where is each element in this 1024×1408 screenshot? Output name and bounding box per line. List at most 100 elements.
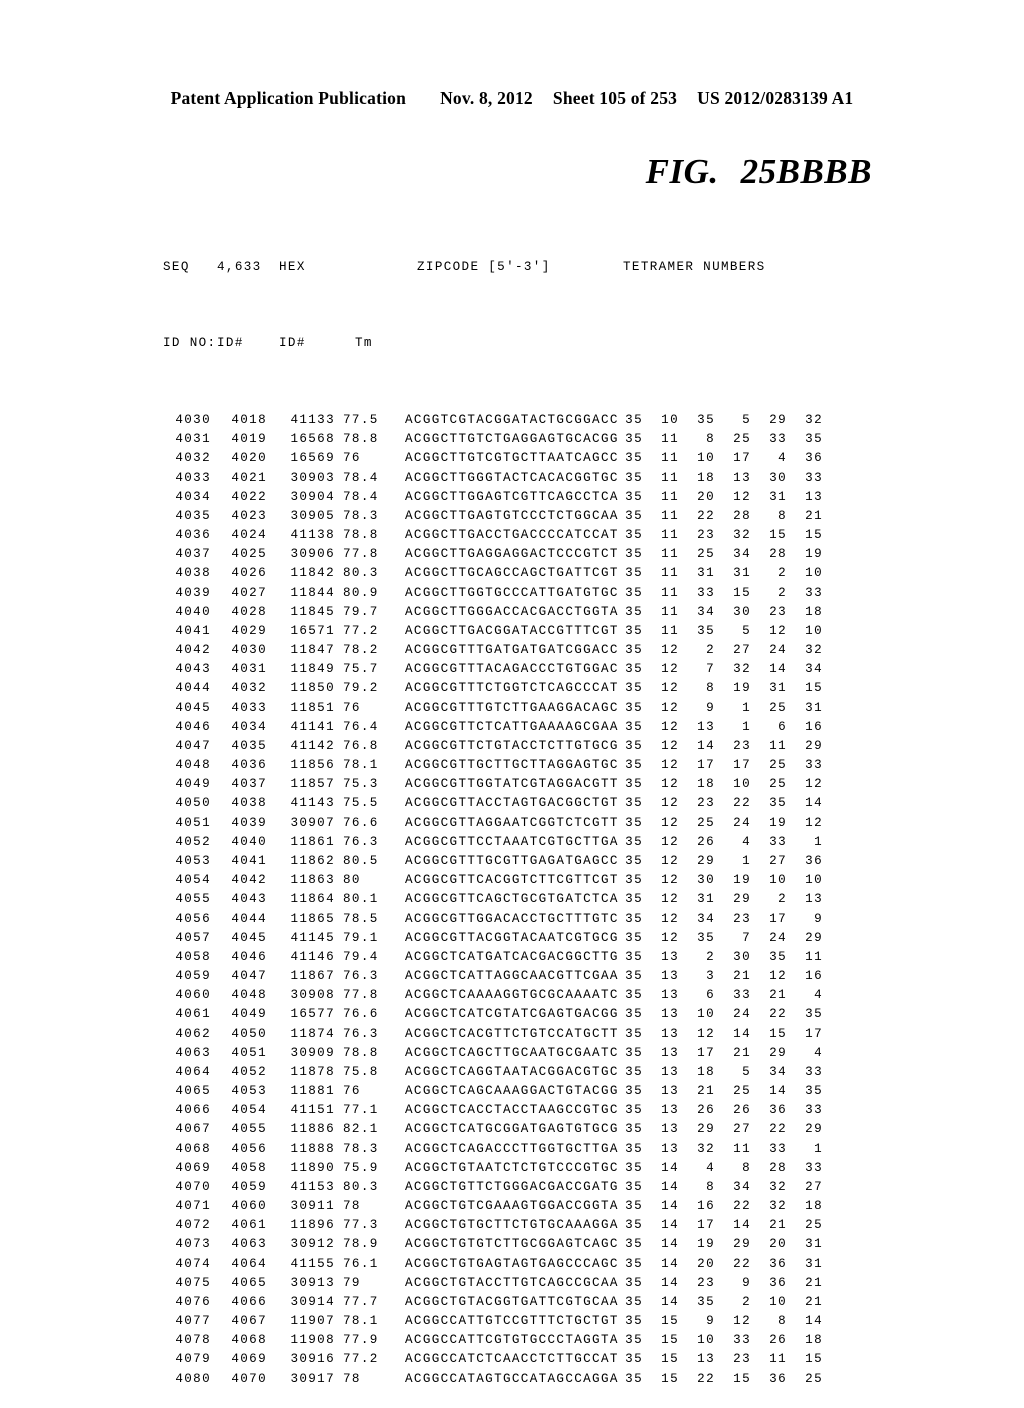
cell-tetramer-3: 33: [697, 585, 715, 600]
cell-tetramer-2: 12: [661, 643, 679, 658]
cell-tetramer-4: 15: [733, 585, 751, 600]
cell-seq-id-no: 4042: [175, 643, 211, 658]
cell-tetramer-6: 21: [805, 1275, 823, 1290]
cell-4633-id: 4034: [231, 719, 267, 734]
cell-tetramer-1: 35: [625, 1179, 643, 1194]
cell-tetramer-6: 29: [805, 930, 823, 945]
cell-seq-id-no: 4031: [175, 432, 211, 447]
cell-tetramer-2: 13: [661, 1026, 679, 1041]
cell-tetramer-5: 33: [769, 432, 787, 447]
cell-tetramer-5: 15: [769, 528, 787, 543]
cell-zipcode: ACGGCTTGGGTACTCACACGGTGC: [405, 470, 619, 485]
cell-tetramer-6: 13: [805, 489, 823, 504]
cell-tetramer-6: 4: [814, 1045, 823, 1060]
cell-tetramer-5: 11: [769, 738, 787, 753]
table-row: 4043 4031 11849 75.7 ACGGCGTTTACAGACCCTGTGGA…: [163, 660, 823, 679]
cell-tetramer-3: 25: [697, 547, 715, 562]
cell-tetramer-2: 12: [661, 662, 679, 677]
cell-tm: 79: [343, 1275, 361, 1290]
cell-hex-id: 11842: [290, 566, 335, 581]
cell-tetramer-2: 12: [661, 853, 679, 868]
cell-seq-id-no: 4033: [175, 470, 211, 485]
cell-tetramer-5: 33: [769, 1141, 787, 1156]
table-header-row-2: ID NO:ID# ID# Tm: [163, 334, 823, 353]
cell-tetramer-3: 6: [706, 988, 715, 1003]
cell-zipcode: ACGGCGTTCTGTACCTCTTGTGCG: [405, 738, 619, 753]
cell-4633-id: 4029: [231, 623, 267, 638]
table-row: 4068 4056 11888 78.3 ACGGCTCAGACCCTTGGTGCTTG…: [163, 1140, 823, 1159]
cell-tetramer-2: 12: [661, 834, 679, 849]
cell-tetramer-1: 35: [625, 853, 643, 868]
cell-tetramer-4: 23: [733, 911, 751, 926]
cell-tetramer-2: 13: [661, 1007, 679, 1022]
cell-zipcode: ACGGCTGTAATCTCTGTCCCGTGC: [405, 1160, 619, 1175]
cell-tetramer-1: 35: [625, 681, 643, 696]
cell-tm: 80.3: [343, 1179, 379, 1194]
cell-seq-id-no: 4061: [175, 1007, 211, 1022]
cell-tetramer-3: 26: [697, 1103, 715, 1118]
cell-tetramer-5: 32: [769, 1199, 787, 1214]
cell-tetramer-6: 29: [805, 738, 823, 753]
table-row: 4038 4026 11842 80.3 ACGGCTTGCAGCCAGCTGATTCG…: [163, 564, 823, 583]
cell-4633-id: 4043: [231, 892, 267, 907]
cell-4633-id: 4038: [231, 796, 267, 811]
table-row: 4058 4046 41146 79.4 ACGGCTCATGATCACGACGGCTT…: [163, 948, 823, 967]
table-row: 4076 4066 30914 77.7 ACGGCTGTACGGTGATTCGTGCA…: [163, 1293, 823, 1312]
cell-tetramer-3: 12: [697, 1026, 715, 1041]
cell-tetramer-6: 10: [805, 566, 823, 581]
cell-tetramer-3: 35: [697, 930, 715, 945]
table-row: 4047 4035 41142 76.8 ACGGCGTTCTGTACCTCTTGTGC…: [163, 737, 823, 756]
cell-4633-id: 4056: [231, 1141, 267, 1156]
cell-tetramer-3: 29: [697, 853, 715, 868]
cell-hex-id: 30903: [290, 470, 335, 485]
cell-tetramer-2: 11: [661, 508, 679, 523]
cell-tetramer-2: 15: [661, 1352, 679, 1367]
cell-zipcode: ACGGCTGTACCTTGTCAGCCGCAA: [405, 1275, 619, 1290]
table-row: 4072 4061 11896 77.3 ACGGCTGTGCTTCTGTGCAAAGG…: [163, 1216, 823, 1235]
cell-tetramer-1: 35: [625, 1333, 643, 1348]
cell-tm: 76: [343, 451, 361, 466]
cell-zipcode: ACGGCGTTTGATGATGATCGGACC: [405, 643, 619, 658]
cell-tetramer-5: 8: [778, 1314, 787, 1329]
table-row: 4030 4018 41133 77.5 ACGGTCGTACGGATACTGCGGAC…: [163, 411, 823, 430]
cell-tetramer-1: 35: [625, 873, 643, 888]
cell-4633-id: 4041: [231, 853, 267, 868]
cell-tetramer-4: 2: [742, 1294, 751, 1309]
cell-4633-id: 4040: [231, 834, 267, 849]
cell-tetramer-2: 14: [661, 1199, 679, 1214]
cell-tetramer-5: 10: [769, 1294, 787, 1309]
table-row: 4042 4030 11847 78.2 ACGGCGTTTGATGATGATCGGAC…: [163, 641, 823, 660]
cell-tetramer-6: 18: [805, 1333, 823, 1348]
table-row: 4056 4044 11865 78.5 ACGGCGTTGGACACCTGCTTTGT…: [163, 910, 823, 929]
sheet-number: Sheet 105 of 253: [552, 88, 678, 108]
cell-tetramer-1: 35: [625, 796, 643, 811]
cell-tetramer-1: 35: [625, 643, 643, 658]
cell-tetramer-1: 35: [625, 988, 643, 1003]
cell-4633-id: 4021: [231, 470, 267, 485]
header-seq: SEQ: [163, 259, 190, 274]
cell-hex-id: 16569: [290, 451, 335, 466]
cell-tetramer-1: 35: [625, 777, 643, 792]
cell-tetramer-2: 13: [661, 1064, 679, 1079]
cell-tetramer-2: 13: [661, 1141, 679, 1156]
cell-hex-id: 30908: [290, 988, 335, 1003]
cell-tetramer-5: 8: [778, 508, 787, 523]
cell-tetramer-4: 10: [733, 777, 751, 792]
cell-hex-id: 30916: [290, 1352, 335, 1367]
cell-tetramer-2: 13: [661, 988, 679, 1003]
cell-tm: 78: [343, 1199, 361, 1214]
cell-seq-id-no: 4059: [175, 969, 211, 984]
cell-tm: 75.3: [343, 777, 379, 792]
cell-zipcode: ACGGCGTTTGCGTTGAGATGAGCC: [405, 853, 619, 868]
cell-hex-id: 11865: [290, 911, 335, 926]
cell-hex-id: 11878: [290, 1064, 335, 1079]
cell-tetramer-4: 23: [733, 1352, 751, 1367]
table-row: 4073 4063 30912 78.9 ACGGCTGTGTCTTGCGGAGTCAG…: [163, 1235, 823, 1254]
publication-date: Nov. 8, 2012: [440, 88, 533, 108]
cell-tetramer-1: 35: [625, 969, 643, 984]
cell-tetramer-6: 16: [805, 719, 823, 734]
cell-tm: 77.2: [343, 623, 379, 638]
cell-seq-id-no: 4074: [175, 1256, 211, 1271]
cell-tetramer-2: 15: [661, 1314, 679, 1329]
cell-tetramer-5: 24: [769, 930, 787, 945]
